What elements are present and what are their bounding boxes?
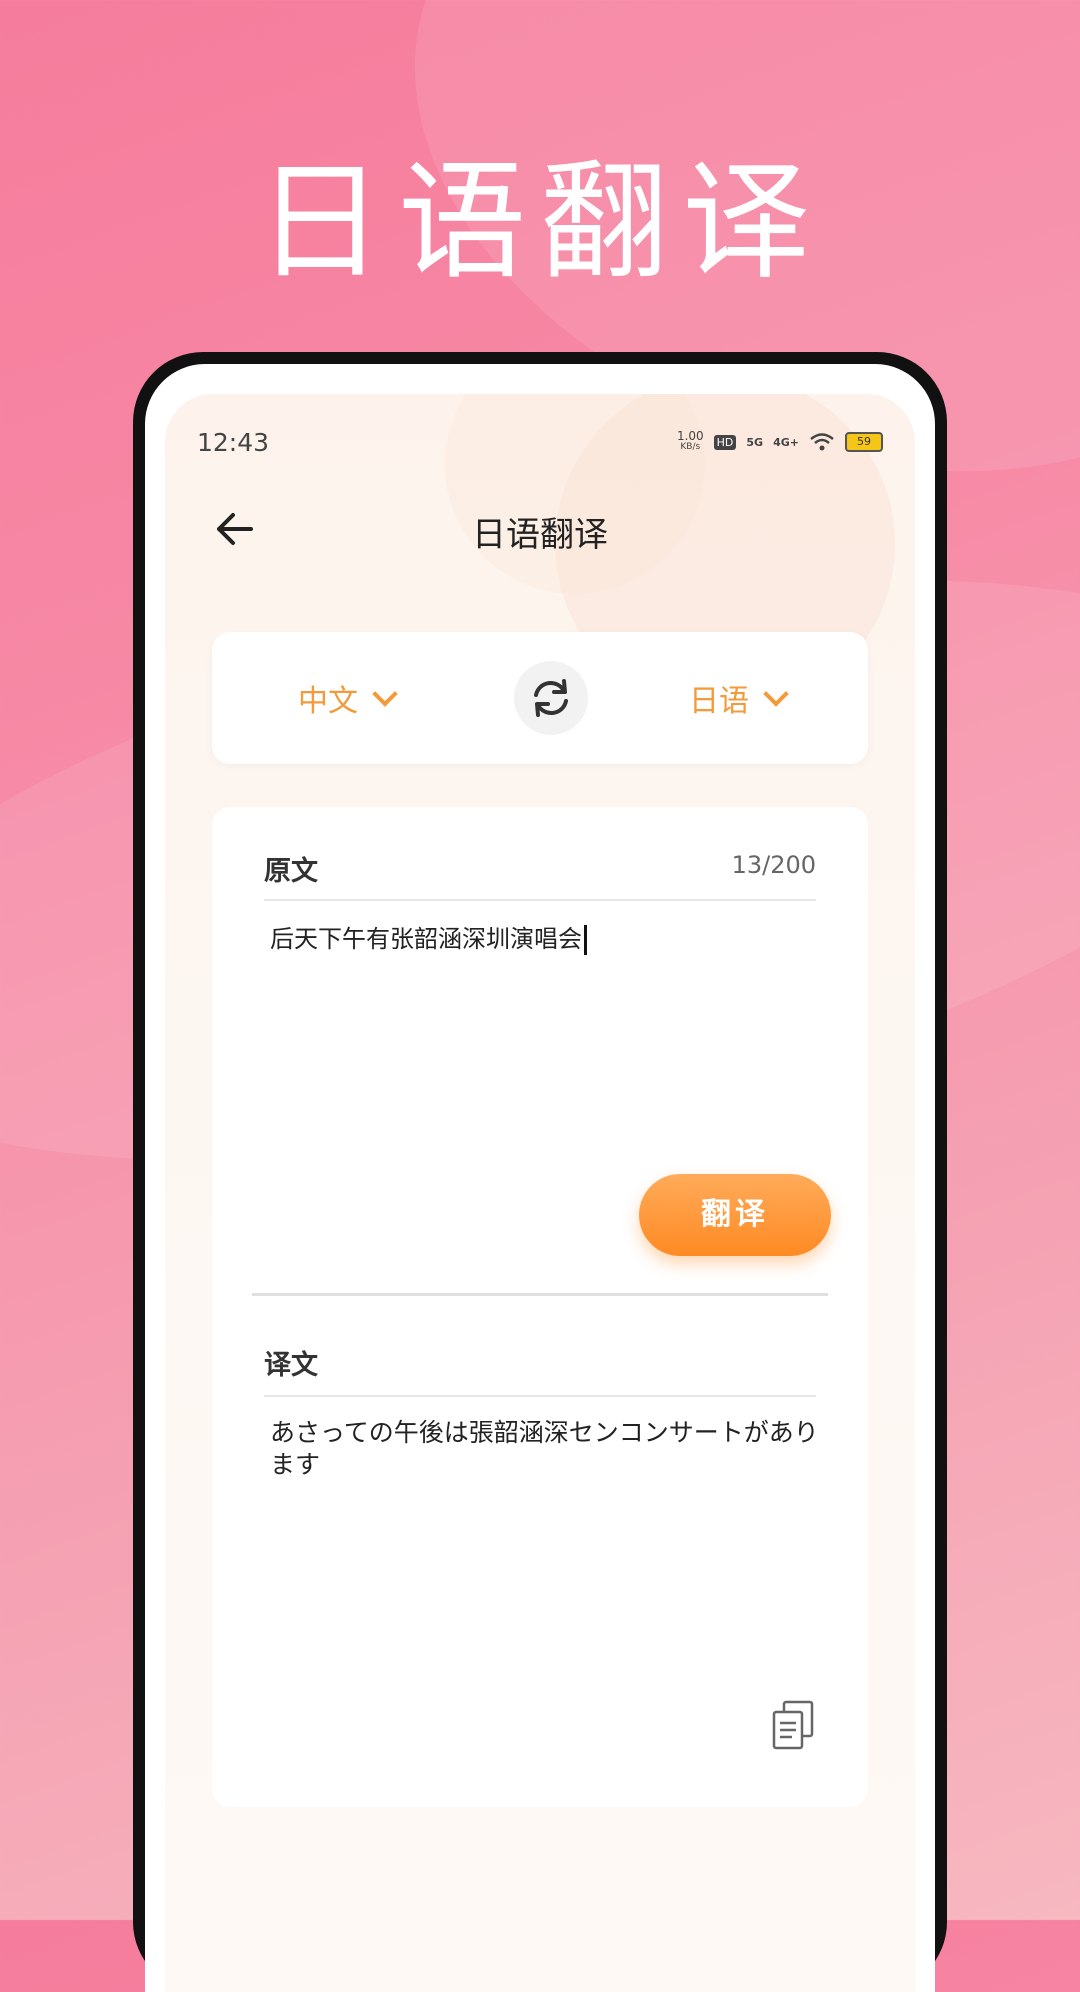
target-language-label: 日语 [689, 684, 749, 719]
char-counter: 13/200 [731, 851, 816, 879]
status-bar: 12:43 1.00 KB/s HD 5G 4G+ 59 [197, 422, 883, 462]
language-selector: 中文 日语 [212, 632, 868, 764]
translation-card: 原文 13/200 后天下午有张韶涵深圳演唱会 翻译 译文 あさっての午後は張韶… [212, 807, 868, 1807]
signal-4g-icon: 4G+ [773, 435, 799, 449]
status-icons: 1.00 KB/s HD 5G 4G+ 59 [676, 429, 883, 453]
page-title: 日语翻译 [472, 515, 608, 555]
top-nav: 日语翻译 [165, 489, 915, 569]
wifi-icon [810, 433, 834, 451]
hero-title: 日语翻译 [255, 148, 824, 297]
network-speed: 1.00 KB/s [676, 429, 704, 452]
app-screen: 12:43 1.00 KB/s HD 5G 4G+ 59 日语翻译 中文 日语 … [165, 394, 915, 1992]
copy-icon[interactable] [770, 1699, 816, 1751]
result-text: あさっての午後は張韶涵深センコンサートがあります [270, 1418, 819, 1479]
phone-frame: 12:43 1.00 KB/s HD 5G 4G+ 59 日语翻译 中文 日语 … [133, 352, 947, 1992]
swap-icon [534, 679, 568, 717]
source-input-text: 后天下午有张韶涵深圳演唱会 [270, 925, 582, 953]
swap-languages-button[interactable] [514, 661, 588, 735]
divider [264, 1395, 816, 1397]
text-cursor [584, 925, 587, 955]
source-label: 原文 [264, 856, 318, 887]
source-language-dropdown[interactable]: 中文 [298, 676, 398, 720]
hd-icon: HD [713, 434, 737, 450]
signal-5g-icon: 5G [746, 435, 764, 449]
chevron-down-icon [763, 681, 789, 707]
phone-screen: 12:43 1.00 KB/s HD 5G 4G+ 59 日语翻译 中文 日语 … [145, 364, 935, 1992]
section-divider [252, 1293, 828, 1296]
source-language-label: 中文 [298, 684, 358, 719]
chevron-down-icon [372, 681, 398, 707]
result-label: 译文 [264, 1350, 318, 1381]
target-language-dropdown[interactable]: 日语 [689, 676, 789, 720]
source-input[interactable]: 后天下午有张韶涵深圳演唱会 [270, 919, 587, 955]
divider [264, 899, 816, 901]
battery-icon: 59 [845, 432, 883, 452]
translate-button[interactable]: 翻译 [639, 1174, 831, 1256]
status-time: 12:43 [197, 427, 270, 457]
